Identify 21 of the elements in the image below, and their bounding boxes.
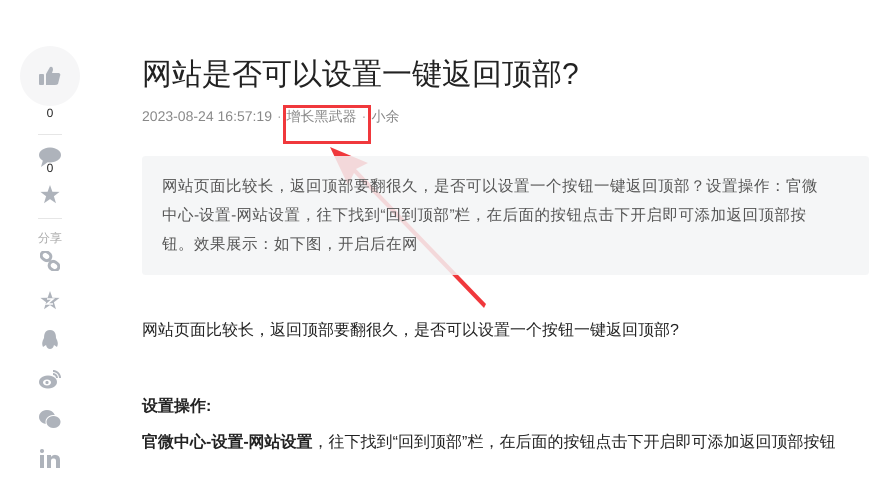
thumbs-up-icon: [39, 66, 61, 86]
article-title: 网站是否可以设置一键返回顶部?: [142, 57, 580, 93]
category-link[interactable]: 增长黑武器: [286, 108, 357, 126]
weibo-icon[interactable]: [39, 370, 61, 389]
share-label: 分享: [38, 231, 62, 245]
author-name: 小余: [371, 108, 400, 126]
star-icon[interactable]: [40, 185, 60, 204]
like-count: 0: [46, 106, 54, 120]
body-paragraph: 网站页面比较长，返回顶部要翻很久，是否可以设置一个按钮一键返回顶部?: [142, 320, 680, 341]
comment-count: 0: [46, 161, 54, 175]
chat-bubbles-icon[interactable]: [39, 409, 61, 429]
section-heading: 设置操作:: [142, 396, 212, 417]
publish-date: 2023-08-24 16:57:19: [142, 108, 272, 126]
penguin-icon[interactable]: [41, 330, 59, 350]
star-icon[interactable]: [40, 291, 60, 310]
separator-dot: ·: [362, 108, 366, 126]
separator-dot: ·: [277, 108, 282, 126]
link-icon[interactable]: [40, 251, 60, 271]
body-paragraph: 官微中心-设置-网站设置，往下找到“回到顶部”栏，在后面的按钮点击下开启即可添加返回顶部按钮: [142, 432, 836, 453]
linkedin-icon[interactable]: [40, 449, 60, 468]
article-summary: 网站页面比较长，返回顶部要翻很久，是否可以设置一个按钮一键返回顶部？设置操作：官微中心-设置-网站设置，往下找到“回到顶部”栏，在后面的按钮点击下开启即可添加返回顶部按钮。效果展示：如下图，开启后在网: [142, 156, 869, 275]
